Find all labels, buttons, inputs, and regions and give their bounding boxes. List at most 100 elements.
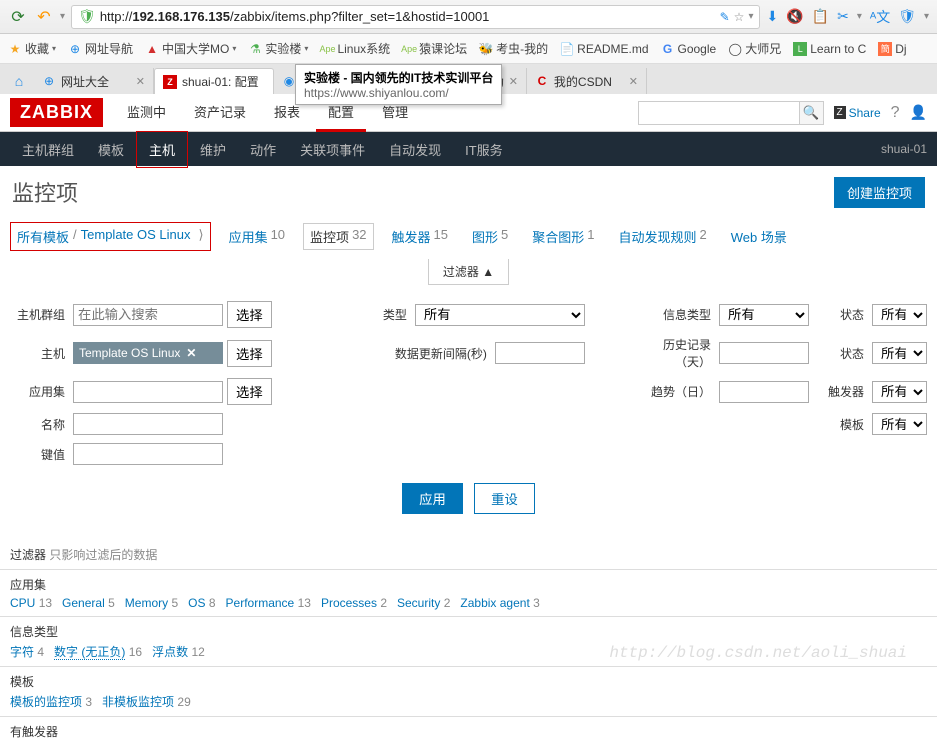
bookmark-readme[interactable]: 📄README.md xyxy=(560,42,648,56)
bookmark-learnc[interactable]: LLearn to C xyxy=(793,42,866,56)
search-button[interactable]: 🔍 xyxy=(799,102,823,124)
home-tab-icon[interactable]: ⌂ xyxy=(4,68,34,94)
app-general[interactable]: General xyxy=(62,596,105,610)
hostgroup-select-button[interactable]: 选择 xyxy=(227,301,272,328)
tab-1[interactable]: ⊕网址大全✕ xyxy=(34,68,154,94)
tab-triggers[interactable]: 触发器15 xyxy=(386,224,454,249)
infotype-select[interactable]: 所有 xyxy=(719,304,809,326)
update-input[interactable] xyxy=(495,342,585,364)
nav-inventory[interactable]: 资产记录 xyxy=(182,94,258,132)
trend-input[interactable] xyxy=(719,381,809,403)
url-input[interactable]: http://192.168.176.135/zabbix/items.php?… xyxy=(100,9,720,24)
name-input[interactable] xyxy=(73,413,223,435)
bc-all-templates[interactable]: 所有模板 xyxy=(17,227,69,246)
bookmark-shiyanlou[interactable]: ⚗实验楼▾ xyxy=(248,40,308,57)
bookmark-mooc[interactable]: ▲中国大学MO▾ xyxy=(145,40,236,57)
tpl-template-items[interactable]: 模板的监控项 xyxy=(10,695,82,709)
subnav-actions[interactable]: 动作 xyxy=(238,132,288,167)
subnav-templates[interactable]: 模板 xyxy=(86,132,136,167)
tab-web[interactable]: Web 场景 xyxy=(725,224,793,249)
bookmark-favorites[interactable]: ★收藏▾ xyxy=(8,40,56,57)
url-bar-container[interactable]: 🛡 http://192.168.176.135/zabbix/items.ph… xyxy=(71,5,760,29)
apply-button[interactable]: 应用 xyxy=(402,483,463,514)
tab-screens[interactable]: 聚合图形1 xyxy=(526,224,600,249)
app-cpu[interactable]: CPU xyxy=(10,596,35,610)
remove-tag-icon[interactable]: ✕ xyxy=(186,346,196,360)
create-item-button[interactable]: 创建监控项 xyxy=(834,177,925,208)
user-icon[interactable]: 👤 xyxy=(910,104,927,121)
history-input[interactable] xyxy=(719,342,809,364)
reload-icon[interactable]: ⟳ xyxy=(8,7,28,27)
bookmark-kaochong[interactable]: 🐝考虫-我的 xyxy=(479,40,548,57)
type-uint[interactable]: 数字 (无正负) xyxy=(54,645,125,660)
type-select[interactable]: 所有 xyxy=(415,304,585,326)
subnav-user[interactable]: shuai-01 xyxy=(881,142,927,156)
subnav-discovery[interactable]: 自动发现 xyxy=(377,132,453,167)
bookmark-dashixiong[interactable]: ◯大师兄 xyxy=(728,40,781,57)
bookmark-forum[interactable]: Ape猿课论坛 xyxy=(402,40,467,57)
bookmark-linux[interactable]: ApeLinux系统 xyxy=(320,40,390,57)
bookmark-dj[interactable]: 簡Dj xyxy=(878,42,906,56)
help-icon[interactable]: ? xyxy=(891,104,900,122)
trigger-select[interactable]: 所有 xyxy=(872,381,927,403)
subnav-correlation[interactable]: 关联项事件 xyxy=(288,132,377,167)
type-float[interactable]: 浮点数 xyxy=(152,645,188,659)
app-zabbixagent[interactable]: Zabbix agent xyxy=(460,596,529,610)
app-security[interactable]: Security xyxy=(397,596,440,610)
tpl-nontemplate-items[interactable]: 非模板监控项 xyxy=(102,695,174,709)
star-icon[interactable]: ☆ xyxy=(734,10,745,24)
bee-icon: 🐝 xyxy=(479,42,493,56)
type-char[interactable]: 字符 xyxy=(10,645,34,659)
share-link[interactable]: ZShare xyxy=(834,106,881,120)
app-memory[interactable]: Memory xyxy=(125,596,168,610)
search-box: 🔍 xyxy=(638,101,824,125)
tab-applications[interactable]: 应用集10 xyxy=(223,224,291,249)
close-icon[interactable]: ✕ xyxy=(509,75,518,88)
star-icon: ★ xyxy=(8,42,22,56)
translate-icon[interactable]: ᴬ文 xyxy=(870,7,890,27)
bc-template[interactable]: Template OS Linux xyxy=(81,227,191,246)
hostgroup-input[interactable] xyxy=(73,304,223,326)
app-processes[interactable]: Processes xyxy=(321,596,377,610)
zabbix-logo[interactable]: ZABBIX xyxy=(10,98,103,127)
mute-icon[interactable]: 🔇 xyxy=(786,8,803,25)
state-select[interactable]: 所有 xyxy=(872,304,927,326)
google-icon: G xyxy=(661,42,675,56)
host-select-button[interactable]: 选择 xyxy=(227,340,272,367)
status-select[interactable]: 所有 xyxy=(872,342,927,364)
app-os[interactable]: OS xyxy=(188,596,205,610)
subnav-hosts[interactable]: 主机 xyxy=(136,131,188,168)
subnav-maintenance[interactable]: 维护 xyxy=(188,132,238,167)
scissors-icon[interactable]: ✂ xyxy=(837,8,849,25)
subnav-hostgroups[interactable]: 主机群组 xyxy=(10,132,86,167)
dj-icon: 簡 xyxy=(878,42,892,56)
section-template: 模板 模板的监控项 3 非模板监控项 29 xyxy=(0,666,937,716)
template-select[interactable]: 所有 xyxy=(872,413,927,435)
close-icon[interactable]: ✕ xyxy=(136,75,145,88)
tab-5[interactable]: C我的CSDN✕ xyxy=(527,68,647,94)
bookmark-nav[interactable]: ⊕网址导航 xyxy=(68,40,133,57)
edit-icon[interactable]: ✎ xyxy=(720,10,730,24)
tab-graphs[interactable]: 图形5 xyxy=(466,224,514,249)
subnav-itservices[interactable]: IT服务 xyxy=(453,132,515,167)
close-icon[interactable]: ✕ xyxy=(629,75,638,88)
nav-monitoring[interactable]: 监测中 xyxy=(115,94,178,132)
app-performance[interactable]: Performance xyxy=(226,596,295,610)
bookmark-google[interactable]: GGoogle xyxy=(661,42,717,56)
download-icon[interactable]: ⬇ xyxy=(766,8,778,25)
tab-discovery[interactable]: 自动发现规则2 xyxy=(613,224,713,249)
page-title: 监控项 xyxy=(12,176,78,208)
search-input[interactable] xyxy=(639,105,799,120)
section-appsets: 应用集 CPU 13 General 5 Memory 5 OS 8 Perfo… xyxy=(0,569,937,616)
tab-2[interactable]: Zshuai-01: 配置 xyxy=(154,68,274,94)
back-icon[interactable]: ↶ xyxy=(34,7,54,27)
shield2-icon[interactable]: 🛡 xyxy=(898,8,916,25)
filter-toggle[interactable]: 过滤器 ▲ xyxy=(428,259,509,285)
app-select-button[interactable]: 选择 xyxy=(227,378,272,405)
key-input[interactable] xyxy=(73,443,223,465)
video-icon[interactable]: 📋 xyxy=(812,8,829,25)
blog-icon: ◉ xyxy=(282,74,296,88)
tab-items[interactable]: 监控项32 xyxy=(303,223,373,250)
app-input[interactable] xyxy=(73,381,223,403)
reset-button[interactable]: 重设 xyxy=(474,483,535,514)
